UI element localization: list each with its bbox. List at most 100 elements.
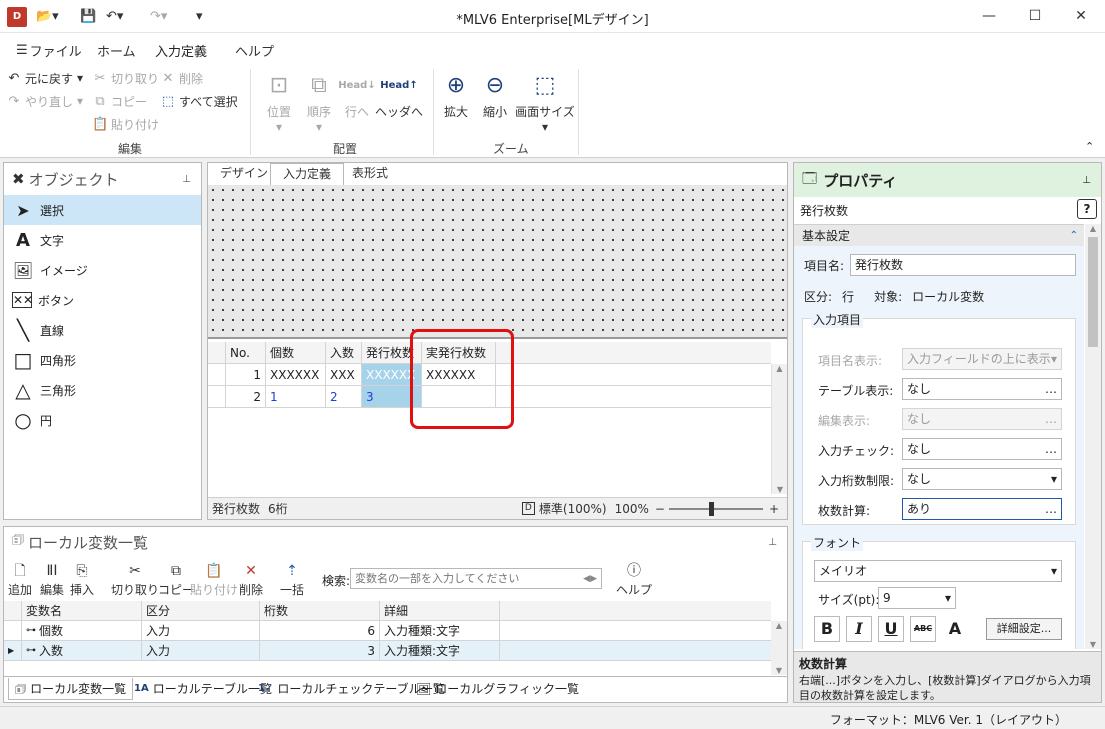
dropdown-icon[interactable]: ▾ bbox=[945, 588, 951, 608]
zoom-minus-button[interactable]: − bbox=[655, 502, 665, 516]
to-header-button[interactable]: Head↑ ヘッダへ bbox=[372, 69, 426, 120]
table-header[interactable]: No. bbox=[226, 342, 266, 364]
properties-scrollbar[interactable]: ▲ ▼ bbox=[1085, 224, 1101, 649]
paste-variable-button[interactable]: 📋 貼り付け bbox=[190, 561, 238, 598]
item-name-input[interactable]: 発行枚数 bbox=[850, 254, 1076, 276]
table-row[interactable]: ⊶ 個数 入力 6 入力種類:文字 bbox=[4, 621, 771, 641]
close-button[interactable]: ✕ bbox=[1058, 0, 1104, 33]
collapse-icon[interactable]: ⌃ bbox=[1070, 230, 1078, 241]
search-input[interactable] bbox=[351, 569, 584, 588]
pin-icon[interactable]: ⊥ bbox=[1082, 175, 1091, 186]
copy-variable-button[interactable]: ⧉ コピー bbox=[158, 561, 194, 598]
delete-variable-button[interactable]: ✕ 削除 bbox=[239, 561, 263, 598]
dropdown-icon[interactable]: ▾ bbox=[1051, 349, 1057, 369]
edit-variable-button[interactable]: ⅡⅠ 編集 bbox=[40, 561, 64, 598]
italic-button[interactable]: I bbox=[846, 616, 872, 642]
dropdown-icon[interactable]: ▾ bbox=[1051, 469, 1057, 489]
basic-settings-header[interactable]: 基本設定 ⌃ bbox=[794, 224, 1084, 246]
tab-home[interactable]: ホーム bbox=[97, 41, 136, 60]
scroll-up-icon[interactable]: ▲ bbox=[1085, 224, 1101, 233]
table-cell[interactable]: 2 bbox=[326, 386, 362, 408]
help-button[interactable]: ⓘ ヘルプ bbox=[616, 561, 652, 598]
collapse-ribbon-icon[interactable]: ⌃ bbox=[1085, 140, 1094, 153]
cut-variable-button[interactable]: ✂ 切り取り bbox=[111, 561, 159, 598]
insert-variable-button[interactable]: ⎘ 挿入 bbox=[70, 561, 94, 598]
variables-scrollbar[interactable]: ▲ ▼ bbox=[771, 621, 787, 675]
table-header[interactable]: 個数 bbox=[266, 342, 326, 364]
dropdown-icon[interactable]: ▾ bbox=[1051, 561, 1057, 581]
header-design-canvas[interactable] bbox=[208, 185, 787, 339]
scroll-down-icon[interactable]: ▼ bbox=[772, 485, 788, 494]
table-header[interactable]: 詳細 bbox=[380, 601, 500, 621]
object-item-image[interactable]: 🖼 イメージ bbox=[4, 255, 201, 285]
table-cell[interactable]: XXXXXX bbox=[266, 364, 326, 386]
scrollbar-thumb[interactable] bbox=[1088, 237, 1098, 347]
table-header[interactable]: 桁数 bbox=[260, 601, 380, 621]
tab-input-definition-view[interactable]: 入力定義 bbox=[270, 163, 345, 185]
tab-local-variables[interactable]: 🗊 ローカル変数一覧 bbox=[8, 678, 134, 700]
input-check-field[interactable]: なし… bbox=[902, 438, 1062, 460]
digit-limit-select[interactable]: なし ▾ bbox=[902, 468, 1062, 490]
table-scrollbar[interactable]: ▲ ▼ bbox=[771, 364, 787, 494]
object-item-text[interactable]: A 文字 bbox=[4, 225, 201, 255]
search-nav-icon[interactable]: ◀▶ bbox=[583, 574, 597, 584]
ellipsis-icon[interactable]: … bbox=[1045, 499, 1057, 519]
ellipsis-icon[interactable]: … bbox=[1045, 379, 1057, 399]
tab-local-graphics[interactable]: 🖼 ローカルグラフィック一覧 bbox=[410, 678, 585, 700]
ellipsis-icon[interactable]: … bbox=[1045, 409, 1057, 429]
object-item-select[interactable]: ➤ 選択 bbox=[4, 195, 201, 225]
table-cell[interactable]: 1 bbox=[226, 364, 266, 386]
delete-button[interactable]: ✕ 削除 bbox=[160, 67, 203, 89]
font-size-select[interactable]: 9 ▾ bbox=[878, 587, 956, 609]
maximize-button[interactable]: ☐ bbox=[1012, 0, 1058, 33]
table-row[interactable]: ▶ ⊶ 入数 入力 3 入力種類:文字 bbox=[4, 641, 771, 661]
table-cell[interactable]: 2 bbox=[226, 386, 266, 408]
scroll-up-icon[interactable]: ▲ bbox=[771, 621, 787, 630]
table-header[interactable]: 変数名 bbox=[22, 601, 142, 621]
tab-table-format[interactable]: 表形式 bbox=[340, 163, 400, 185]
select-all-button[interactable]: ⬚ すべて選択 bbox=[160, 90, 238, 112]
font-color-button[interactable]: A bbox=[942, 616, 968, 642]
pin-icon[interactable]: ⊥ bbox=[182, 174, 191, 185]
zoom-slider[interactable] bbox=[668, 501, 763, 516]
table-header[interactable]: 区分 bbox=[142, 601, 260, 621]
table-header[interactable]: 入数 bbox=[326, 342, 362, 364]
zoom-mode-icon[interactable]: D bbox=[521, 502, 535, 515]
tab-help[interactable]: ヘルプ bbox=[235, 41, 274, 60]
bold-button[interactable]: B bbox=[814, 616, 840, 642]
tab-input-definition[interactable]: 入力定義 bbox=[155, 41, 208, 65]
scroll-down-icon[interactable]: ▼ bbox=[1085, 640, 1101, 649]
table-cell[interactable]: XXX bbox=[326, 364, 362, 386]
edit-display-field[interactable]: なし… bbox=[902, 408, 1062, 430]
zoom-plus-button[interactable]: + bbox=[769, 502, 779, 516]
tab-file[interactable]: ☰ ファイル bbox=[16, 41, 82, 60]
zoom-in-button[interactable]: ⊕ 拡大 bbox=[436, 69, 476, 120]
sheet-calc-field[interactable]: あり… bbox=[902, 498, 1062, 520]
strikethrough-button[interactable]: ABC bbox=[910, 616, 936, 642]
name-display-select[interactable]: 入力フィールドの上に表示 ▾ bbox=[902, 348, 1062, 370]
underline-button[interactable]: U bbox=[878, 616, 904, 642]
help-icon[interactable]: ? bbox=[1077, 199, 1097, 219]
object-item-circle[interactable]: ○ 円 bbox=[4, 405, 201, 435]
object-item-button[interactable]: ✕✕ ボタン bbox=[4, 285, 201, 315]
object-item-triangle[interactable]: △ 三角形 bbox=[4, 375, 201, 405]
zoom-mode[interactable]: 標準(100%) bbox=[539, 500, 607, 517]
table-cell[interactable]: 1 bbox=[266, 386, 326, 408]
minimize-button[interactable]: — bbox=[966, 0, 1012, 33]
font-detail-button[interactable]: 詳細設定... bbox=[986, 618, 1062, 640]
zoom-out-button[interactable]: ⊖ 縮小 bbox=[475, 69, 515, 120]
pin-icon[interactable]: ⊥ bbox=[768, 537, 777, 548]
scroll-down-icon[interactable]: ▼ bbox=[771, 666, 787, 675]
bulk-button[interactable]: ⇡ 一括 bbox=[280, 561, 304, 598]
redo-button[interactable]: ↷ やり直し ▾ bbox=[6, 90, 84, 112]
object-item-line[interactable]: ╲ 直線 bbox=[4, 315, 201, 345]
object-item-rect[interactable]: □ 四角形 bbox=[4, 345, 201, 375]
table-display-field[interactable]: なし… bbox=[902, 378, 1062, 400]
zoom-slider-thumb[interactable] bbox=[708, 501, 714, 516]
add-variable-button[interactable]: 🗋 追加 bbox=[8, 561, 32, 598]
font-name-select[interactable]: メイリオ ▾ bbox=[814, 560, 1062, 582]
ellipsis-icon[interactable]: … bbox=[1045, 439, 1057, 459]
undo-button[interactable]: ↶ 元に戻す ▾ bbox=[6, 67, 84, 89]
paste-button[interactable]: 📋 貼り付け bbox=[92, 113, 159, 135]
scroll-up-icon[interactable]: ▲ bbox=[772, 364, 787, 373]
